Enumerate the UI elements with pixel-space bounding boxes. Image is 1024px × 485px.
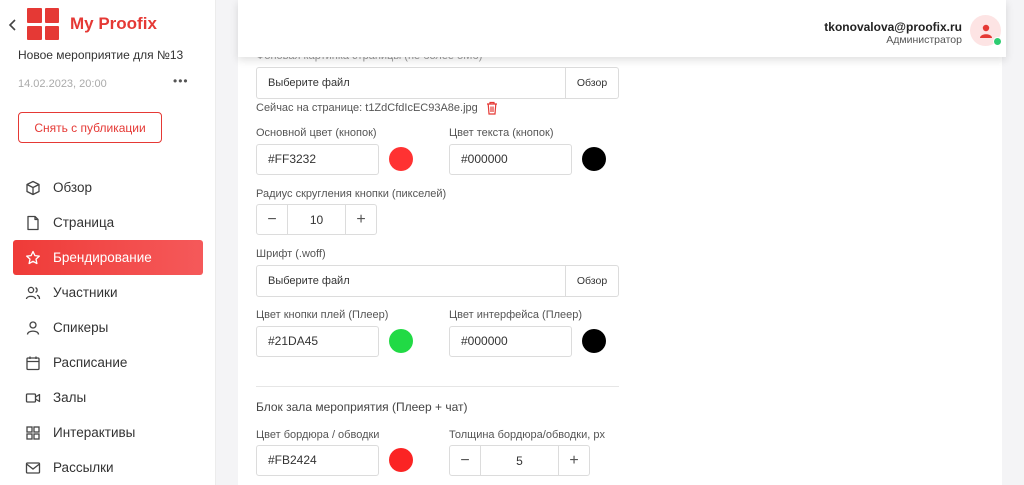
current-file: Сейчас на странице: t1ZdCfdIcEC93A8e.jpg (256, 101, 498, 115)
sidebar-item-branding[interactable]: Брендирование (13, 240, 203, 275)
border-color-label: Цвет бордюра / обводки (256, 429, 380, 441)
border-width-stepper: − 5 + (449, 445, 590, 476)
sidebar-item-label: Расписание (53, 355, 128, 370)
sidebar-item-label: Страница (53, 215, 115, 230)
sidebar-item-schedule[interactable]: Расписание (13, 345, 203, 380)
sidebar-item-halls[interactable]: Залы (13, 380, 203, 415)
sidebar-item-participants[interactable]: Участники (13, 275, 203, 310)
current-file-text: Сейчас на странице: t1ZdCfdIcEC93A8e.jpg (256, 102, 478, 114)
border-width-value[interactable]: 5 (480, 446, 559, 475)
play-color-input[interactable]: #21DA45 (256, 326, 379, 357)
sidebar-item-label: Залы (53, 390, 87, 405)
sidebar-item-label: Спикеры (53, 320, 109, 335)
star-icon (25, 250, 41, 266)
top-header: tkonovalova@proofix.ru Администратор (238, 0, 1006, 57)
sidebar-item-label: Обзор (53, 180, 92, 195)
border-width-decrement-button[interactable]: − (450, 446, 480, 475)
users-icon (25, 285, 41, 301)
border-width-increment-button[interactable]: + (559, 446, 589, 475)
border-width-label: Толщина бордюра/обводки, px (449, 429, 605, 441)
radius-value[interactable]: 10 (287, 205, 346, 234)
video-icon (25, 390, 41, 406)
border-color-swatch[interactable] (389, 448, 413, 472)
sidebar-item-overview[interactable]: Обзор (13, 170, 203, 205)
bg-image-file-input[interactable]: Выберите файл Обзор (256, 67, 619, 99)
border-color-input[interactable]: #FB2424 (256, 445, 379, 476)
sidebar-item-label: Брендирование (53, 250, 152, 265)
cube-icon (25, 180, 41, 196)
user-email: tkonovalova@proofix.ru (824, 20, 962, 34)
ui-color-swatch[interactable] (582, 329, 606, 353)
main-color-swatch[interactable] (389, 147, 413, 171)
calendar-icon (25, 355, 41, 371)
file-placeholder: Выберите файл (268, 275, 350, 287)
event-date: 14.02.2023, 20:00 (18, 78, 107, 90)
back-chevron-icon[interactable] (8, 18, 20, 37)
sidebar-nav: Обзор Страница Брендирование Участники С… (13, 170, 203, 485)
sidebar: My Proofix Новое мероприятие для №13 14.… (0, 0, 216, 485)
online-status-dot (993, 37, 1002, 46)
brand-name: My Proofix (70, 14, 157, 33)
user-role: Администратор (886, 34, 962, 46)
sidebar-item-page[interactable]: Страница (13, 205, 203, 240)
play-color-swatch[interactable] (389, 329, 413, 353)
event-title: Новое мероприятие для №13 (18, 48, 184, 62)
bg-browse-button[interactable]: Обзор (565, 68, 618, 98)
trash-icon[interactable] (486, 101, 498, 115)
sidebar-item-label: Рассылки (53, 460, 114, 475)
text-color-swatch[interactable] (582, 147, 606, 171)
file-icon (25, 215, 41, 231)
avatar[interactable] (970, 15, 1002, 46)
more-options-icon[interactable]: ••• (173, 74, 189, 88)
font-file-input[interactable]: Выберите файл Обзор (256, 265, 619, 297)
sidebar-item-mailings[interactable]: Рассылки (13, 450, 203, 485)
user-avatar-icon (979, 24, 992, 38)
main-color-label: Основной цвет (кнопок) (256, 127, 377, 139)
ui-color-label: Цвет интерфейса (Плеер) (449, 309, 583, 321)
radius-increment-button[interactable]: + (346, 205, 376, 234)
radius-decrement-button[interactable]: − (257, 205, 287, 234)
section-divider (256, 386, 619, 387)
hall-section-title: Блок зала мероприятия (Плеер + чат) (256, 400, 468, 414)
sidebar-item-speakers[interactable]: Спикеры (13, 310, 203, 345)
radius-stepper: − 10 + (256, 204, 377, 235)
text-color-input[interactable]: #000000 (449, 144, 572, 175)
unpublish-button[interactable]: Снять с публикации (18, 112, 162, 143)
file-placeholder: Выберите файл (268, 77, 350, 89)
mail-icon (25, 460, 41, 476)
grid-icon (25, 425, 41, 441)
sidebar-item-interactives[interactable]: Интерактивы (13, 415, 203, 450)
sidebar-item-label: Участники (53, 285, 118, 300)
font-label: Шрифт (.woff) (256, 248, 326, 260)
font-browse-button[interactable]: Обзор (565, 266, 618, 296)
text-color-label: Цвет текста (кнопок) (449, 127, 554, 139)
user-icon (25, 320, 41, 336)
main-color-input[interactable]: #FF3232 (256, 144, 379, 175)
logo-icon (27, 8, 59, 40)
ui-color-input[interactable]: #000000 (449, 326, 572, 357)
play-color-label: Цвет кнопки плей (Плеер) (256, 309, 389, 321)
radius-label: Радиус скругления кнопки (пикселей) (256, 188, 447, 200)
sidebar-item-label: Интерактивы (53, 425, 136, 440)
